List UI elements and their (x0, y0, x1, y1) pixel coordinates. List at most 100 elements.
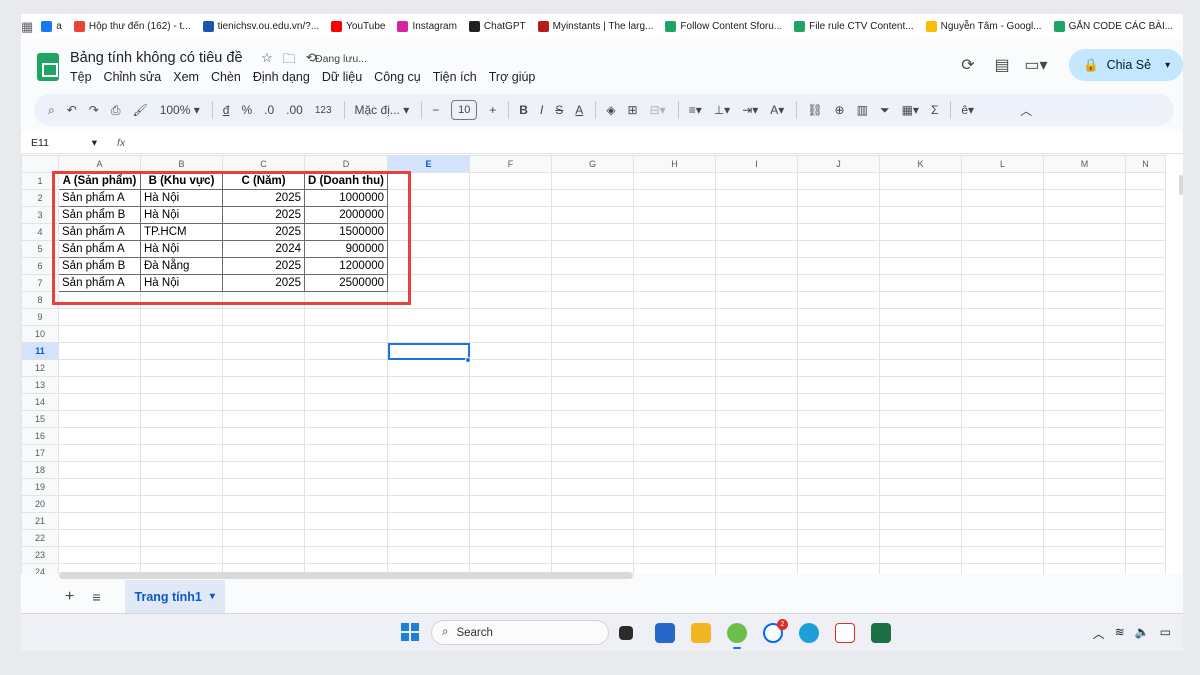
empty-cell[interactable] (961, 172, 1045, 190)
empty-cell[interactable] (1125, 546, 1167, 564)
row-header[interactable]: 7 (21, 274, 59, 292)
row-header[interactable]: 12 (21, 359, 59, 377)
empty-cell[interactable] (879, 274, 963, 292)
empty-cell[interactable] (222, 546, 305, 564)
empty-cell[interactable] (961, 189, 1045, 207)
empty-cell[interactable] (633, 512, 717, 530)
functions-icon[interactable]: Σ (931, 103, 938, 117)
row-header[interactable]: 1 (21, 172, 59, 190)
column-header[interactable]: K (879, 155, 963, 173)
store-icon[interactable] (655, 623, 675, 643)
bookmark-item[interactable]: Hộp thư đến (162) - t... (73, 21, 191, 32)
row-header[interactable]: 21 (21, 512, 59, 530)
data-cell[interactable]: 900000 (303, 240, 389, 258)
row-header[interactable]: 5 (21, 240, 59, 258)
chevron-up-icon[interactable]: ︿ (1093, 625, 1105, 642)
column-header[interactable]: F (469, 155, 553, 173)
empty-cell[interactable] (797, 189, 881, 207)
empty-cell[interactable] (879, 189, 963, 207)
empty-cell[interactable] (469, 308, 553, 326)
empty-cell[interactable] (387, 410, 471, 428)
empty-cell[interactable] (1043, 240, 1127, 258)
text-rotation-icon[interactable]: A▾ (770, 103, 784, 117)
row-header[interactable]: 6 (21, 257, 59, 275)
header-cell[interactable]: C (Năm) (222, 172, 305, 190)
empty-cell[interactable] (879, 172, 963, 190)
empty-cell[interactable] (797, 274, 881, 292)
empty-cell[interactable] (222, 376, 305, 394)
empty-cell[interactable] (715, 495, 799, 513)
row-header[interactable]: 20 (21, 495, 59, 513)
column-header[interactable]: A (58, 155, 141, 173)
empty-cell[interactable] (633, 529, 717, 547)
empty-cell[interactable] (715, 512, 799, 530)
empty-cell[interactable] (469, 257, 553, 275)
empty-cell[interactable] (551, 410, 635, 428)
empty-cell[interactable] (222, 359, 305, 377)
empty-cell[interactable] (140, 359, 223, 377)
empty-cell[interactable] (633, 189, 717, 207)
empty-cell[interactable] (961, 563, 1045, 574)
empty-cell[interactable] (387, 393, 471, 411)
empty-cell[interactable] (1125, 512, 1167, 530)
horizontal-scrollbar[interactable] (59, 572, 633, 579)
column-header[interactable]: H (633, 155, 717, 173)
empty-cell[interactable] (140, 291, 223, 309)
text-wrap-icon[interactable]: ⇥▾ (742, 103, 758, 117)
data-cell[interactable]: Sản phẩm A (58, 223, 141, 241)
empty-cell[interactable] (1043, 410, 1127, 428)
empty-cell[interactable] (797, 512, 881, 530)
empty-cell[interactable] (303, 308, 389, 326)
data-cell[interactable]: Sản phẩm A (58, 240, 141, 258)
data-cell[interactable]: 2025 (222, 257, 305, 275)
empty-cell[interactable] (58, 410, 141, 428)
empty-cell[interactable] (58, 444, 141, 462)
empty-cell[interactable] (797, 206, 881, 224)
empty-cell[interactable] (58, 376, 141, 394)
empty-cell[interactable] (387, 359, 471, 377)
empty-cell[interactable] (633, 444, 717, 462)
empty-cell[interactable] (387, 546, 471, 564)
empty-cell[interactable] (961, 257, 1045, 275)
column-header[interactable]: G (551, 155, 635, 173)
empty-cell[interactable] (1043, 172, 1127, 190)
empty-cell[interactable] (715, 257, 799, 275)
empty-cell[interactable] (715, 478, 799, 496)
empty-cell[interactable] (961, 495, 1045, 513)
font-size-increase-icon[interactable]: + (489, 103, 496, 117)
empty-cell[interactable] (1125, 189, 1167, 207)
empty-cell[interactable] (1125, 427, 1167, 445)
empty-cell[interactable] (469, 410, 553, 428)
empty-cell[interactable] (303, 410, 389, 428)
empty-cell[interactable] (715, 359, 799, 377)
empty-cell[interactable] (715, 291, 799, 309)
empty-cell[interactable] (303, 427, 389, 445)
empty-cell[interactable] (633, 478, 717, 496)
empty-cell[interactable] (1125, 223, 1167, 241)
empty-cell[interactable] (469, 461, 553, 479)
empty-cell[interactable] (1043, 291, 1127, 309)
empty-cell[interactable] (303, 291, 389, 309)
align-vertical-icon[interactable]: ⊥▾ (714, 103, 730, 117)
bookmark-item[interactable]: tienichsv.ou.edu.vn/?... (202, 21, 319, 32)
empty-cell[interactable] (715, 563, 799, 574)
data-cell[interactable]: Sản phẩm B (58, 257, 141, 275)
bookmark-item[interactable]: GẮN CODE CÁC BÀI... (1053, 21, 1173, 32)
empty-cell[interactable] (633, 240, 717, 258)
empty-cell[interactable] (140, 427, 223, 445)
fill-color-icon[interactable]: ◈ (606, 103, 615, 117)
empty-cell[interactable] (879, 461, 963, 479)
empty-cell[interactable] (1125, 478, 1167, 496)
row-header[interactable]: 15 (21, 410, 59, 428)
star-icon[interactable]: ☆ (261, 50, 273, 72)
meet-icon[interactable]: ▭▾ (1019, 55, 1053, 75)
paint-format-icon[interactable]: 🖌 (132, 103, 147, 117)
all-sheets-icon[interactable]: ≡ (92, 589, 100, 605)
empty-cell[interactable] (140, 512, 223, 530)
data-cell[interactable]: Hà Nội (140, 206, 223, 224)
empty-cell[interactable] (551, 223, 635, 241)
empty-cell[interactable] (1043, 461, 1127, 479)
font-size-input[interactable]: 10 (451, 100, 478, 120)
app-icon-red[interactable] (835, 623, 855, 643)
windows-start-icon[interactable] (401, 623, 419, 641)
